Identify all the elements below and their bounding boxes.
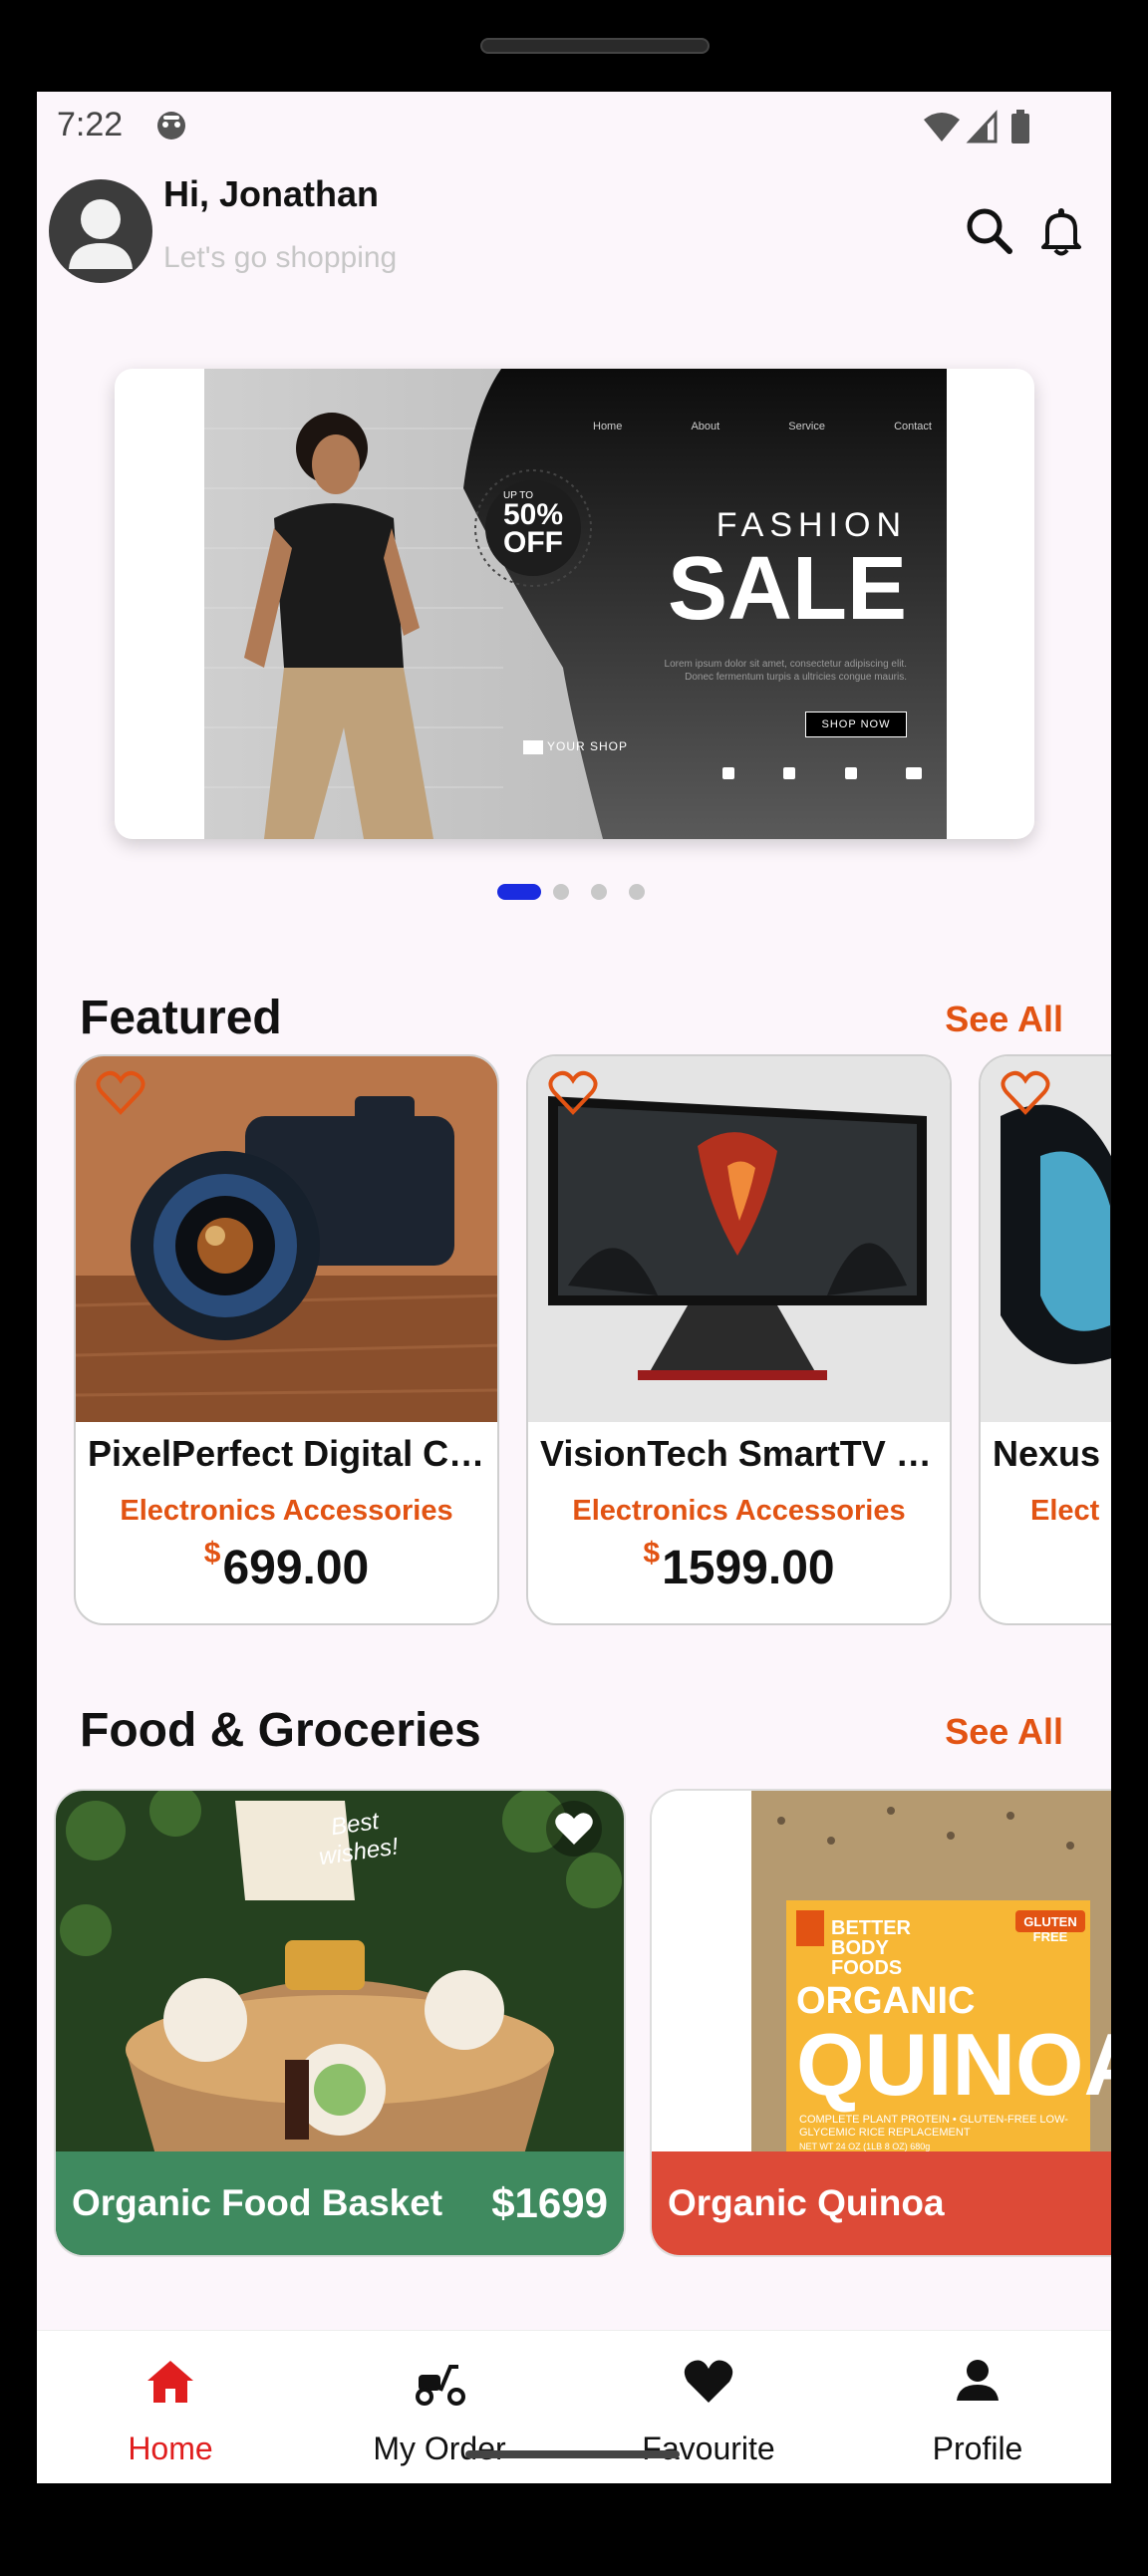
featured-see-all-link[interactable]: See All bbox=[945, 999, 1063, 1040]
banner-nav-home: Home bbox=[593, 421, 623, 432]
food-card-label-bar: Organic Quinoa bbox=[652, 2151, 1111, 2255]
search-icon[interactable] bbox=[962, 203, 1017, 259]
banner-nav-links: Home About Service Contact bbox=[593, 421, 932, 432]
featured-title: Featured bbox=[80, 992, 282, 1044]
favorite-outline-icon[interactable] bbox=[96, 1070, 145, 1116]
avatar[interactable] bbox=[49, 179, 152, 283]
person-silhouette-icon bbox=[69, 199, 133, 269]
quinoa-label-title-2: QUINOA bbox=[796, 2015, 1111, 2114]
discount-badge: UP TO 50% OFF bbox=[503, 490, 564, 559]
food-name: Organic Quinoa bbox=[668, 2182, 945, 2223]
food-card-label-bar: Organic Food Basket $1699 bbox=[56, 2151, 624, 2255]
carousel-dot-2[interactable] bbox=[553, 884, 569, 900]
product-name: PixelPerfect Digital Camera bbox=[88, 1433, 491, 1474]
nav-label-favourite: Favourite bbox=[642, 2431, 775, 2466]
price-value: 1599.00 bbox=[662, 1542, 835, 1594]
product-category: Electronics Accessories bbox=[572, 1495, 906, 1527]
product-name: Nexus bbox=[993, 1433, 1101, 1474]
product-name: VisionTech SmartTV Monitor bbox=[540, 1433, 944, 1474]
battery-icon bbox=[1011, 114, 1029, 143]
device-speaker bbox=[480, 38, 710, 54]
nav-label-my-order: My Order bbox=[373, 2431, 506, 2466]
app-screen: 7:22 Hi, Jonathan Let's go shopping Home… bbox=[37, 92, 1111, 2483]
favorite-outline-icon[interactable] bbox=[1001, 1070, 1050, 1116]
product-price: $699.00 bbox=[76, 1537, 497, 1595]
favorite-outline-icon[interactable] bbox=[548, 1070, 598, 1116]
product-price: $1599.00 bbox=[528, 1537, 950, 1595]
badge-off: OFF bbox=[503, 526, 563, 559]
product-card[interactable]: Nexus Elect bbox=[979, 1054, 1111, 1625]
product-category: Electronics Accessories bbox=[120, 1495, 453, 1527]
system-status-icons bbox=[924, 110, 1029, 143]
twitter-icon bbox=[783, 767, 796, 779]
quinoa-gluten-free-tag: GLUTEN FREE bbox=[1023, 1914, 1077, 1944]
wifi-icon bbox=[924, 113, 960, 142]
youtube-icon bbox=[905, 767, 922, 779]
greeting-subtitle: Let's go shopping bbox=[163, 241, 398, 274]
quinoa-label-weight: NET WT 24 OZ (1LB 8 OZ) 680g bbox=[799, 2142, 931, 2151]
food-card[interactable]: Best wishes! Organic Food Basket $1699 bbox=[54, 1789, 626, 2257]
nav-item-favourite[interactable]: Favourite bbox=[619, 2331, 798, 2483]
price-value: 699.00 bbox=[222, 1542, 370, 1594]
brand-logo-icon bbox=[523, 739, 543, 754]
banner-nav-service: Service bbox=[788, 421, 825, 432]
greeting-text: Hi, Jonathan bbox=[163, 173, 380, 214]
favorite-filled-icon[interactable] bbox=[544, 1799, 604, 1859]
banner-image: Home About Service Contact UP TO 50% OFF… bbox=[204, 369, 947, 839]
status-bar: 7:22 bbox=[37, 92, 1111, 161]
nav-label-home: Home bbox=[128, 2431, 213, 2466]
person-icon bbox=[957, 2360, 999, 2401]
food-card[interactable]: BETTER BODY FOODS GLUTEN FREE ORGANIC QU… bbox=[650, 1789, 1111, 2257]
nav-label-profile: Profile bbox=[932, 2431, 1023, 2466]
heart-icon bbox=[684, 2360, 733, 2403]
quinoa-label-desc: COMPLETE PLANT PROTEIN • GLUTEN-FREE LOW… bbox=[799, 2114, 1068, 2139]
food-name: Organic Food Basket bbox=[72, 2182, 443, 2223]
banner-body-text: Lorem ipsum dolor sit amet, consectetur … bbox=[664, 659, 907, 683]
notification-bell-icon[interactable] bbox=[1033, 203, 1089, 259]
banner-shop-now-button[interactable]: SHOP NOW bbox=[805, 712, 907, 737]
quinoa-label-brand: BETTER BODY FOODS bbox=[831, 1917, 911, 1979]
price-currency: $ bbox=[643, 1537, 661, 1570]
product-card[interactable]: VisionTech SmartTV Monitor Electronics A… bbox=[526, 1054, 952, 1625]
status-time: 7:22 bbox=[57, 106, 124, 143]
badge-percent: 50% bbox=[503, 498, 564, 531]
app-notification-icon bbox=[157, 112, 185, 140]
nav-item-my-order[interactable]: My Order bbox=[350, 2331, 529, 2483]
instagram-icon bbox=[844, 767, 857, 779]
food-groceries-title: Food & Groceries bbox=[80, 1704, 481, 1757]
nav-item-profile[interactable]: Profile bbox=[888, 2331, 1067, 2483]
bottom-navigation: Home My Order Favourite Profile bbox=[37, 2330, 1111, 2483]
facebook-icon bbox=[722, 767, 734, 779]
product-card[interactable]: PixelPerfect Digital Camera Electronics … bbox=[74, 1054, 499, 1625]
product-category: Elect bbox=[1030, 1495, 1100, 1527]
scooter-icon bbox=[416, 2365, 465, 2406]
price-currency: $ bbox=[203, 1537, 221, 1570]
carousel-dot-3[interactable] bbox=[591, 884, 607, 900]
carousel-dot-4[interactable] bbox=[629, 884, 645, 900]
banner-nav-about: About bbox=[691, 421, 720, 432]
banner-headline-big: SALE bbox=[667, 539, 907, 639]
banner-brand-text: YOUR SHOP bbox=[547, 739, 629, 753]
food-see-all-link[interactable]: See All bbox=[945, 1711, 1063, 1753]
gesture-home-indicator[interactable] bbox=[465, 2450, 680, 2458]
food-price: $1699 bbox=[491, 2179, 608, 2226]
promo-banner[interactable]: Home About Service Contact UP TO 50% OFF… bbox=[115, 369, 1034, 839]
nav-item-home[interactable]: Home bbox=[81, 2331, 260, 2483]
banner-nav-contact: Contact bbox=[894, 421, 932, 432]
carousel-dot-1[interactable] bbox=[497, 884, 541, 900]
banner-social-icons bbox=[722, 767, 922, 779]
home-icon bbox=[147, 2361, 193, 2403]
banner-brand: YOUR SHOP bbox=[523, 739, 673, 754]
